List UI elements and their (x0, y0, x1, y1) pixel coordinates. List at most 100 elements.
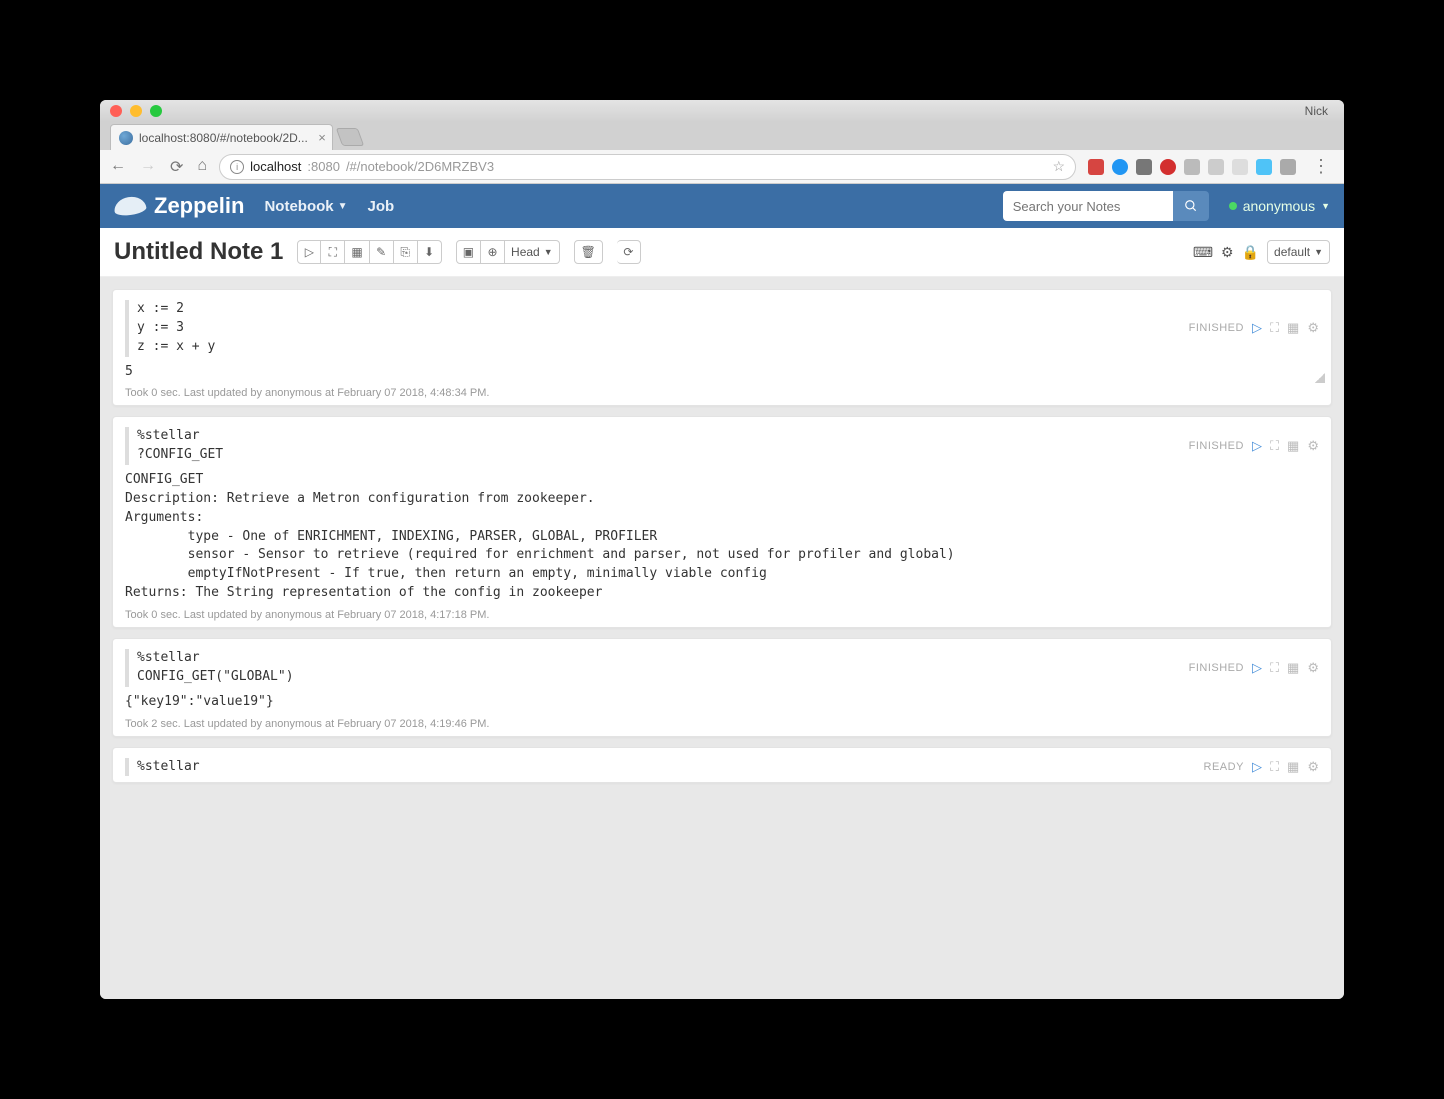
browser-tab[interactable]: localhost:8080/#/notebook/2D... × (110, 124, 333, 150)
export-note-button[interactable]: ⬇ (418, 240, 442, 264)
version-group: ▣ ⊕ Head ▼ (456, 240, 560, 264)
search-icon (1184, 199, 1198, 213)
paragraph-meta: Took 2 sec. Last updated by anonymous at… (125, 718, 1319, 730)
paragraph-editor[interactable]: %stellar (125, 758, 1204, 777)
scheduler-button[interactable]: ⟳ (617, 240, 641, 264)
mode-select[interactable]: default ▼ (1267, 240, 1330, 264)
ext-icon[interactable] (1232, 159, 1248, 175)
caret-down-icon: ▼ (1321, 201, 1330, 211)
paragraph-output: CONFIG_GET Description: Retrieve a Metro… (125, 471, 1319, 603)
interpreter-binding-icon[interactable]: ⚙ (1221, 244, 1234, 261)
browser-menu-icon[interactable]: ⋮ (1308, 156, 1334, 177)
favicon-icon (119, 131, 133, 145)
revision-button[interactable]: ⊕ (481, 240, 505, 264)
hide-editor-icon[interactable]: ⛶ (1270, 759, 1279, 775)
run-paragraph-icon[interactable]: ▷ (1252, 759, 1262, 775)
user-menu[interactable]: anonymous ▼ (1229, 198, 1330, 214)
paragraph-settings-icon[interactable]: ⚙ (1307, 320, 1319, 336)
paragraph: %stellar ?CONFIG_GET FINISHED ▷ ⛶ ▦ ⚙ CO… (112, 416, 1332, 628)
new-tab-button[interactable] (336, 128, 365, 146)
mode-label: default (1274, 245, 1310, 259)
paragraph-meta: Took 0 sec. Last updated by anonymous at… (125, 609, 1319, 621)
commit-button[interactable]: ▣ (456, 240, 481, 264)
browser-tab-strip: localhost:8080/#/notebook/2D... × (100, 122, 1344, 150)
zeppelin-logo[interactable]: Zeppelin (114, 193, 244, 219)
run-paragraph-icon[interactable]: ▷ (1252, 320, 1262, 336)
paragraph-status: FINISHED (1189, 322, 1244, 334)
paragraph-status: READY (1204, 761, 1244, 773)
browser-toolbar: ← → ⟳ ⌂ i localhost :8080 /#/notebook/2D6M… (100, 150, 1344, 184)
search-input[interactable] (1003, 191, 1173, 221)
paragraph: x := 2 y := 3 z := x + y FINISHED ▷ ⛶ ▦ … (112, 289, 1332, 406)
run-all-button[interactable]: ▷ (297, 240, 321, 264)
hide-editor-icon[interactable]: ⛶ (1270, 320, 1279, 336)
paragraph-status: FINISHED (1189, 662, 1244, 674)
nav-job[interactable]: Job (368, 198, 395, 215)
paragraph-editor[interactable]: %stellar ?CONFIG_GET (125, 427, 1189, 465)
head-select[interactable]: Head ▼ (505, 240, 560, 264)
url-path: /#/notebook/2D6MRZBV3 (346, 159, 494, 174)
hide-output-icon[interactable]: ▦ (1287, 438, 1299, 454)
paragraph: %stellar CONFIG_GET("GLOBAL") FINISHED ▷… (112, 638, 1332, 737)
clear-output-button[interactable]: ✎ (370, 240, 394, 264)
user-name: anonymous (1243, 198, 1315, 214)
abp-icon[interactable] (1160, 159, 1176, 175)
ext-icon[interactable] (1184, 159, 1200, 175)
clone-note-button[interactable]: ⎘ (394, 240, 418, 264)
window-minimize-icon[interactable] (130, 105, 142, 117)
show-hide-output-button[interactable]: ▦ (345, 240, 369, 264)
paragraph-output: 5 (125, 363, 1319, 382)
reload-icon[interactable]: ⟳ (170, 157, 183, 177)
bookmark-star-icon[interactable]: ☆ (1052, 158, 1065, 175)
resize-handle-icon[interactable] (1315, 373, 1325, 383)
url-host: localhost (250, 159, 301, 174)
caret-down-icon: ▼ (338, 201, 348, 212)
close-icon[interactable]: × (318, 130, 326, 145)
trash-button[interactable]: 🗑 (574, 240, 603, 264)
show-hide-code-button[interactable]: ⛶ (321, 240, 345, 264)
run-controls-group: ▷ ⛶ ▦ ✎ ⎘ ⬇ (297, 240, 441, 264)
run-paragraph-icon[interactable]: ▷ (1252, 438, 1262, 454)
ext-icon[interactable] (1280, 159, 1296, 175)
home-icon[interactable]: ⌂ (197, 157, 207, 177)
forward-icon: → (140, 157, 156, 177)
search-button[interactable] (1173, 191, 1209, 221)
ext-icon[interactable] (1208, 159, 1224, 175)
site-info-icon[interactable]: i (230, 160, 244, 174)
tab-title: localhost:8080/#/notebook/2D... (139, 131, 308, 145)
caret-down-icon: ▼ (1314, 247, 1323, 257)
url-port: :8080 (307, 159, 340, 174)
cast-icon[interactable] (1136, 159, 1152, 175)
hide-output-icon[interactable]: ▦ (1287, 759, 1299, 775)
address-bar[interactable]: i localhost :8080 /#/notebook/2D6MRZBV3 ☆ (219, 154, 1076, 180)
nav-notebook[interactable]: Notebook ▼ (264, 198, 347, 215)
keyboard-shortcuts-icon[interactable]: ⌨ (1193, 244, 1213, 261)
paragraph-editor[interactable]: %stellar CONFIG_GET("GLOBAL") (125, 649, 1189, 687)
ext-icon[interactable] (1088, 159, 1104, 175)
status-dot-icon (1229, 202, 1237, 210)
paragraph-settings-icon[interactable]: ⚙ (1307, 438, 1319, 454)
paragraph-output: {"key19":"value19"} (125, 693, 1319, 712)
nav-notebook-label: Notebook (264, 198, 333, 215)
hide-editor-icon[interactable]: ⛶ (1270, 438, 1279, 454)
hide-output-icon[interactable]: ▦ (1287, 320, 1299, 336)
paragraph-editor[interactable]: x := 2 y := 3 z := x + y (125, 300, 1189, 357)
window-close-icon[interactable] (110, 105, 122, 117)
note-title[interactable]: Untitled Note 1 (114, 238, 283, 266)
back-icon[interactable]: ← (110, 157, 126, 177)
note-toolbar: Untitled Note 1 ▷ ⛶ ▦ ✎ ⎘ ⬇ ▣ ⊕ Head ▼ 🗑… (100, 228, 1344, 277)
window-fullscreen-icon[interactable] (150, 105, 162, 117)
paragraph: %stellar READY ▷ ⛶ ▦ ⚙ (112, 747, 1332, 784)
permissions-icon[interactable]: 🔒 (1242, 244, 1259, 261)
hide-editor-icon[interactable]: ⛶ (1270, 660, 1279, 676)
run-paragraph-icon[interactable]: ▷ (1252, 660, 1262, 676)
extension-icons (1088, 159, 1296, 175)
paragraph-settings-icon[interactable]: ⚙ (1307, 660, 1319, 676)
paragraph-meta: Took 0 sec. Last updated by anonymous at… (125, 387, 1319, 399)
hide-output-icon[interactable]: ▦ (1287, 660, 1299, 676)
blimp-icon (113, 195, 147, 217)
caret-down-icon: ▼ (544, 247, 553, 257)
ext-icon[interactable] (1112, 159, 1128, 175)
ext-icon[interactable] (1256, 159, 1272, 175)
paragraph-settings-icon[interactable]: ⚙ (1307, 759, 1319, 775)
